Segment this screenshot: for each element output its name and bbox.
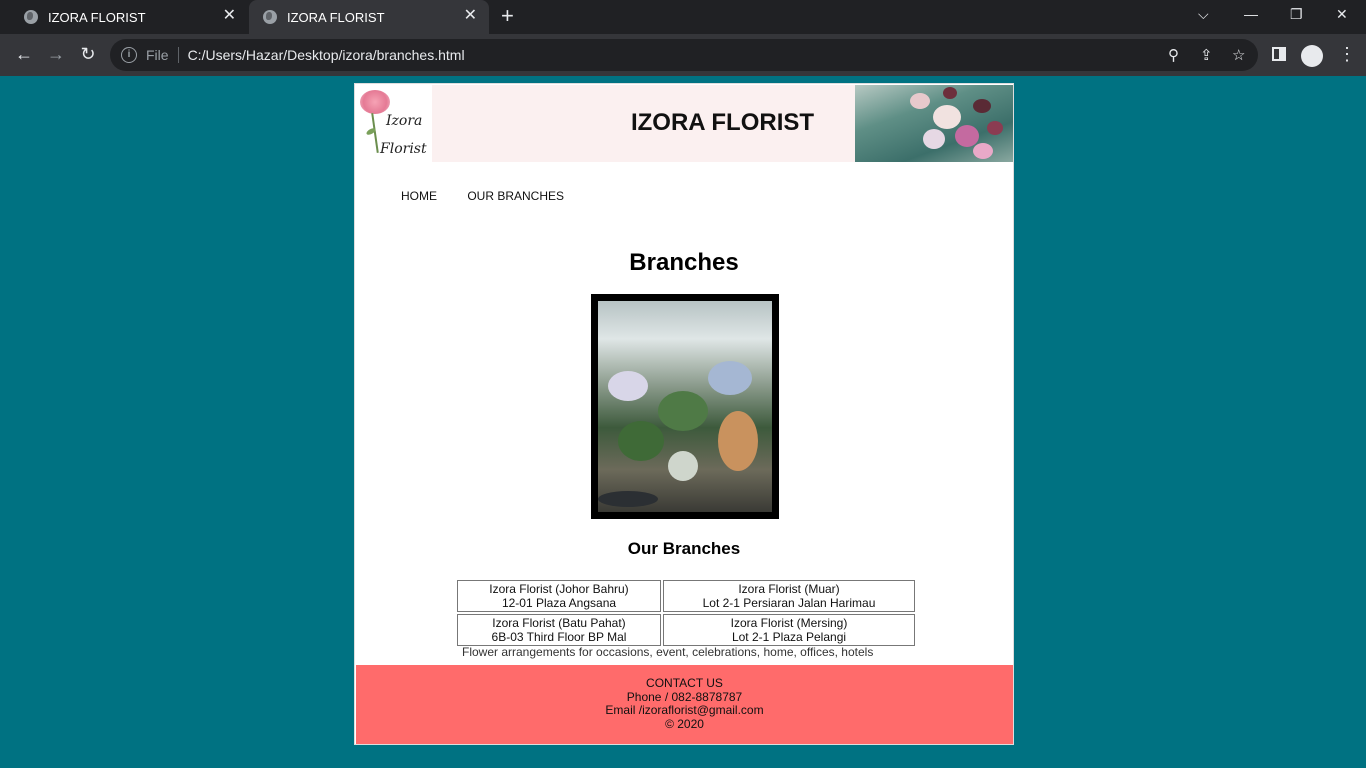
side-panel-icon[interactable] — [1272, 47, 1286, 61]
close-window-icon[interactable]: ✕ — [1336, 6, 1348, 23]
tab-title: IZORA FLORIST — [48, 9, 146, 25]
zoom-icon[interactable]: ⚲ — [1168, 46, 1179, 64]
table-row: Izora Florist (Batu Pahat) 6B-03 Third F… — [457, 614, 915, 646]
forward-icon[interactable]: → — [44, 43, 68, 65]
bouquet-decor — [933, 105, 961, 129]
globe-icon — [24, 10, 38, 24]
page-heading: Branches — [629, 249, 739, 276]
branch-address: 12-01 Plaza Angsana — [501, 596, 617, 610]
tab-strip: IZORA FLORIST ✕ IZORA FLORIST ✕ + ⌵ — ❐ … — [0, 0, 1366, 34]
new-tab-icon[interactable]: + — [501, 5, 514, 27]
address-bar[interactable]: i File C:/Users/Hazar/Desktop/izora/bran… — [110, 39, 1258, 71]
restore-icon[interactable]: ❐ — [1290, 6, 1303, 23]
branch-photo-image — [598, 301, 772, 512]
bouquet-decor — [973, 143, 993, 159]
photo-decor — [618, 421, 664, 461]
bouquet-decor — [943, 87, 957, 99]
close-tab-icon[interactable]: ✕ — [464, 8, 477, 24]
main-nav: HOME OUR BRANCHES — [401, 189, 591, 203]
divider — [177, 47, 179, 63]
bouquet-image — [855, 85, 1013, 162]
photo-decor — [658, 391, 708, 431]
branch-address: Lot 2-1 Plaza Pelangi — [731, 630, 847, 644]
url-text[interactable]: C:/Users/Hazar/Desktop/izora/branches.ht… — [188, 47, 465, 63]
footer-phone: Phone / 082-8878787 — [626, 689, 743, 704]
tagline: Flower arrangements for occasions, event… — [462, 645, 874, 659]
bouquet-decor — [955, 125, 979, 147]
branches-table: Izora Florist (Johor Bahru) 12-01 Plaza … — [455, 578, 917, 648]
branch-photo — [591, 294, 779, 519]
site-header: Izora Florist IZORA FLORIST — [356, 85, 1013, 162]
branch-name: Izora Florist (Muar) — [738, 582, 840, 596]
bookmark-star-icon[interactable]: ☆ — [1232, 46, 1245, 64]
table-row: Izora Florist (Johor Bahru) 12-01 Plaza … — [457, 580, 915, 612]
nav-our-branches[interactable]: OUR BRANCHES — [467, 189, 564, 203]
nav-home[interactable]: HOME — [401, 189, 437, 203]
menu-icon[interactable]: ⋮ — [1338, 44, 1356, 65]
bouquet-decor — [987, 121, 1003, 135]
photo-decor — [598, 491, 658, 507]
globe-icon — [263, 10, 277, 24]
photo-decor — [718, 411, 758, 471]
tab-title: IZORA FLORIST — [287, 9, 385, 25]
footer-email: Email /izoraflorist@gmail.com — [605, 703, 764, 717]
reload-icon[interactable]: ↻ — [76, 43, 100, 65]
branch-cell: Izora Florist (Muar) Lot 2-1 Persiaran J… — [663, 580, 915, 612]
branch-cell: Izora Florist (Mersing) Lot 2-1 Plaza Pe… — [663, 614, 915, 646]
branch-name: Izora Florist (Batu Pahat) — [492, 616, 626, 630]
page-container: Izora Florist IZORA FLORIST HOME OUR BRA… — [354, 83, 1014, 745]
site-footer: CONTACT US Phone / 082-8878787 Email /iz… — [356, 665, 1013, 744]
photo-decor — [608, 371, 648, 401]
photo-decor — [708, 361, 752, 395]
branch-address: Lot 2-1 Persiaran Jalan Harimau — [702, 596, 876, 610]
branch-cell: Izora Florist (Johor Bahru) 12-01 Plaza … — [457, 580, 661, 612]
branches-subheading: Our Branches — [627, 539, 741, 558]
scheme-label: File — [146, 47, 169, 63]
bouquet-decor — [923, 129, 945, 149]
footer-title: CONTACT US — [646, 676, 723, 690]
browser-tab[interactable]: IZORA FLORIST ✕ — [8, 0, 248, 34]
back-icon[interactable]: ← — [12, 43, 36, 65]
bouquet-decor — [910, 93, 930, 109]
browser-toolbar: ← → ↻ i File C:/Users/Hazar/Desktop/izor… — [0, 34, 1366, 76]
photo-decor — [668, 451, 698, 481]
branch-name: Izora Florist (Mersing) — [730, 616, 848, 630]
close-tab-icon[interactable]: ✕ — [223, 8, 236, 24]
branch-cell: Izora Florist (Batu Pahat) 6B-03 Third F… — [457, 614, 661, 646]
logo-line2: Florist — [380, 141, 427, 157]
minimize-icon[interactable]: — — [1244, 6, 1258, 22]
footer-copyright: © 2020 — [665, 716, 704, 731]
profile-avatar-icon[interactable] — [1301, 45, 1323, 67]
tab-search-icon[interactable]: ⌵ — [1198, 6, 1209, 23]
branch-address: 6B-03 Third Floor BP Mal — [491, 630, 627, 644]
branch-name: Izora Florist (Johor Bahru) — [489, 582, 629, 596]
bouquet-decor — [973, 99, 991, 113]
share-icon[interactable]: ⇪ — [1200, 46, 1213, 64]
browser-tab-active[interactable]: IZORA FLORIST ✕ — [249, 0, 489, 34]
info-icon[interactable]: i — [121, 47, 137, 63]
